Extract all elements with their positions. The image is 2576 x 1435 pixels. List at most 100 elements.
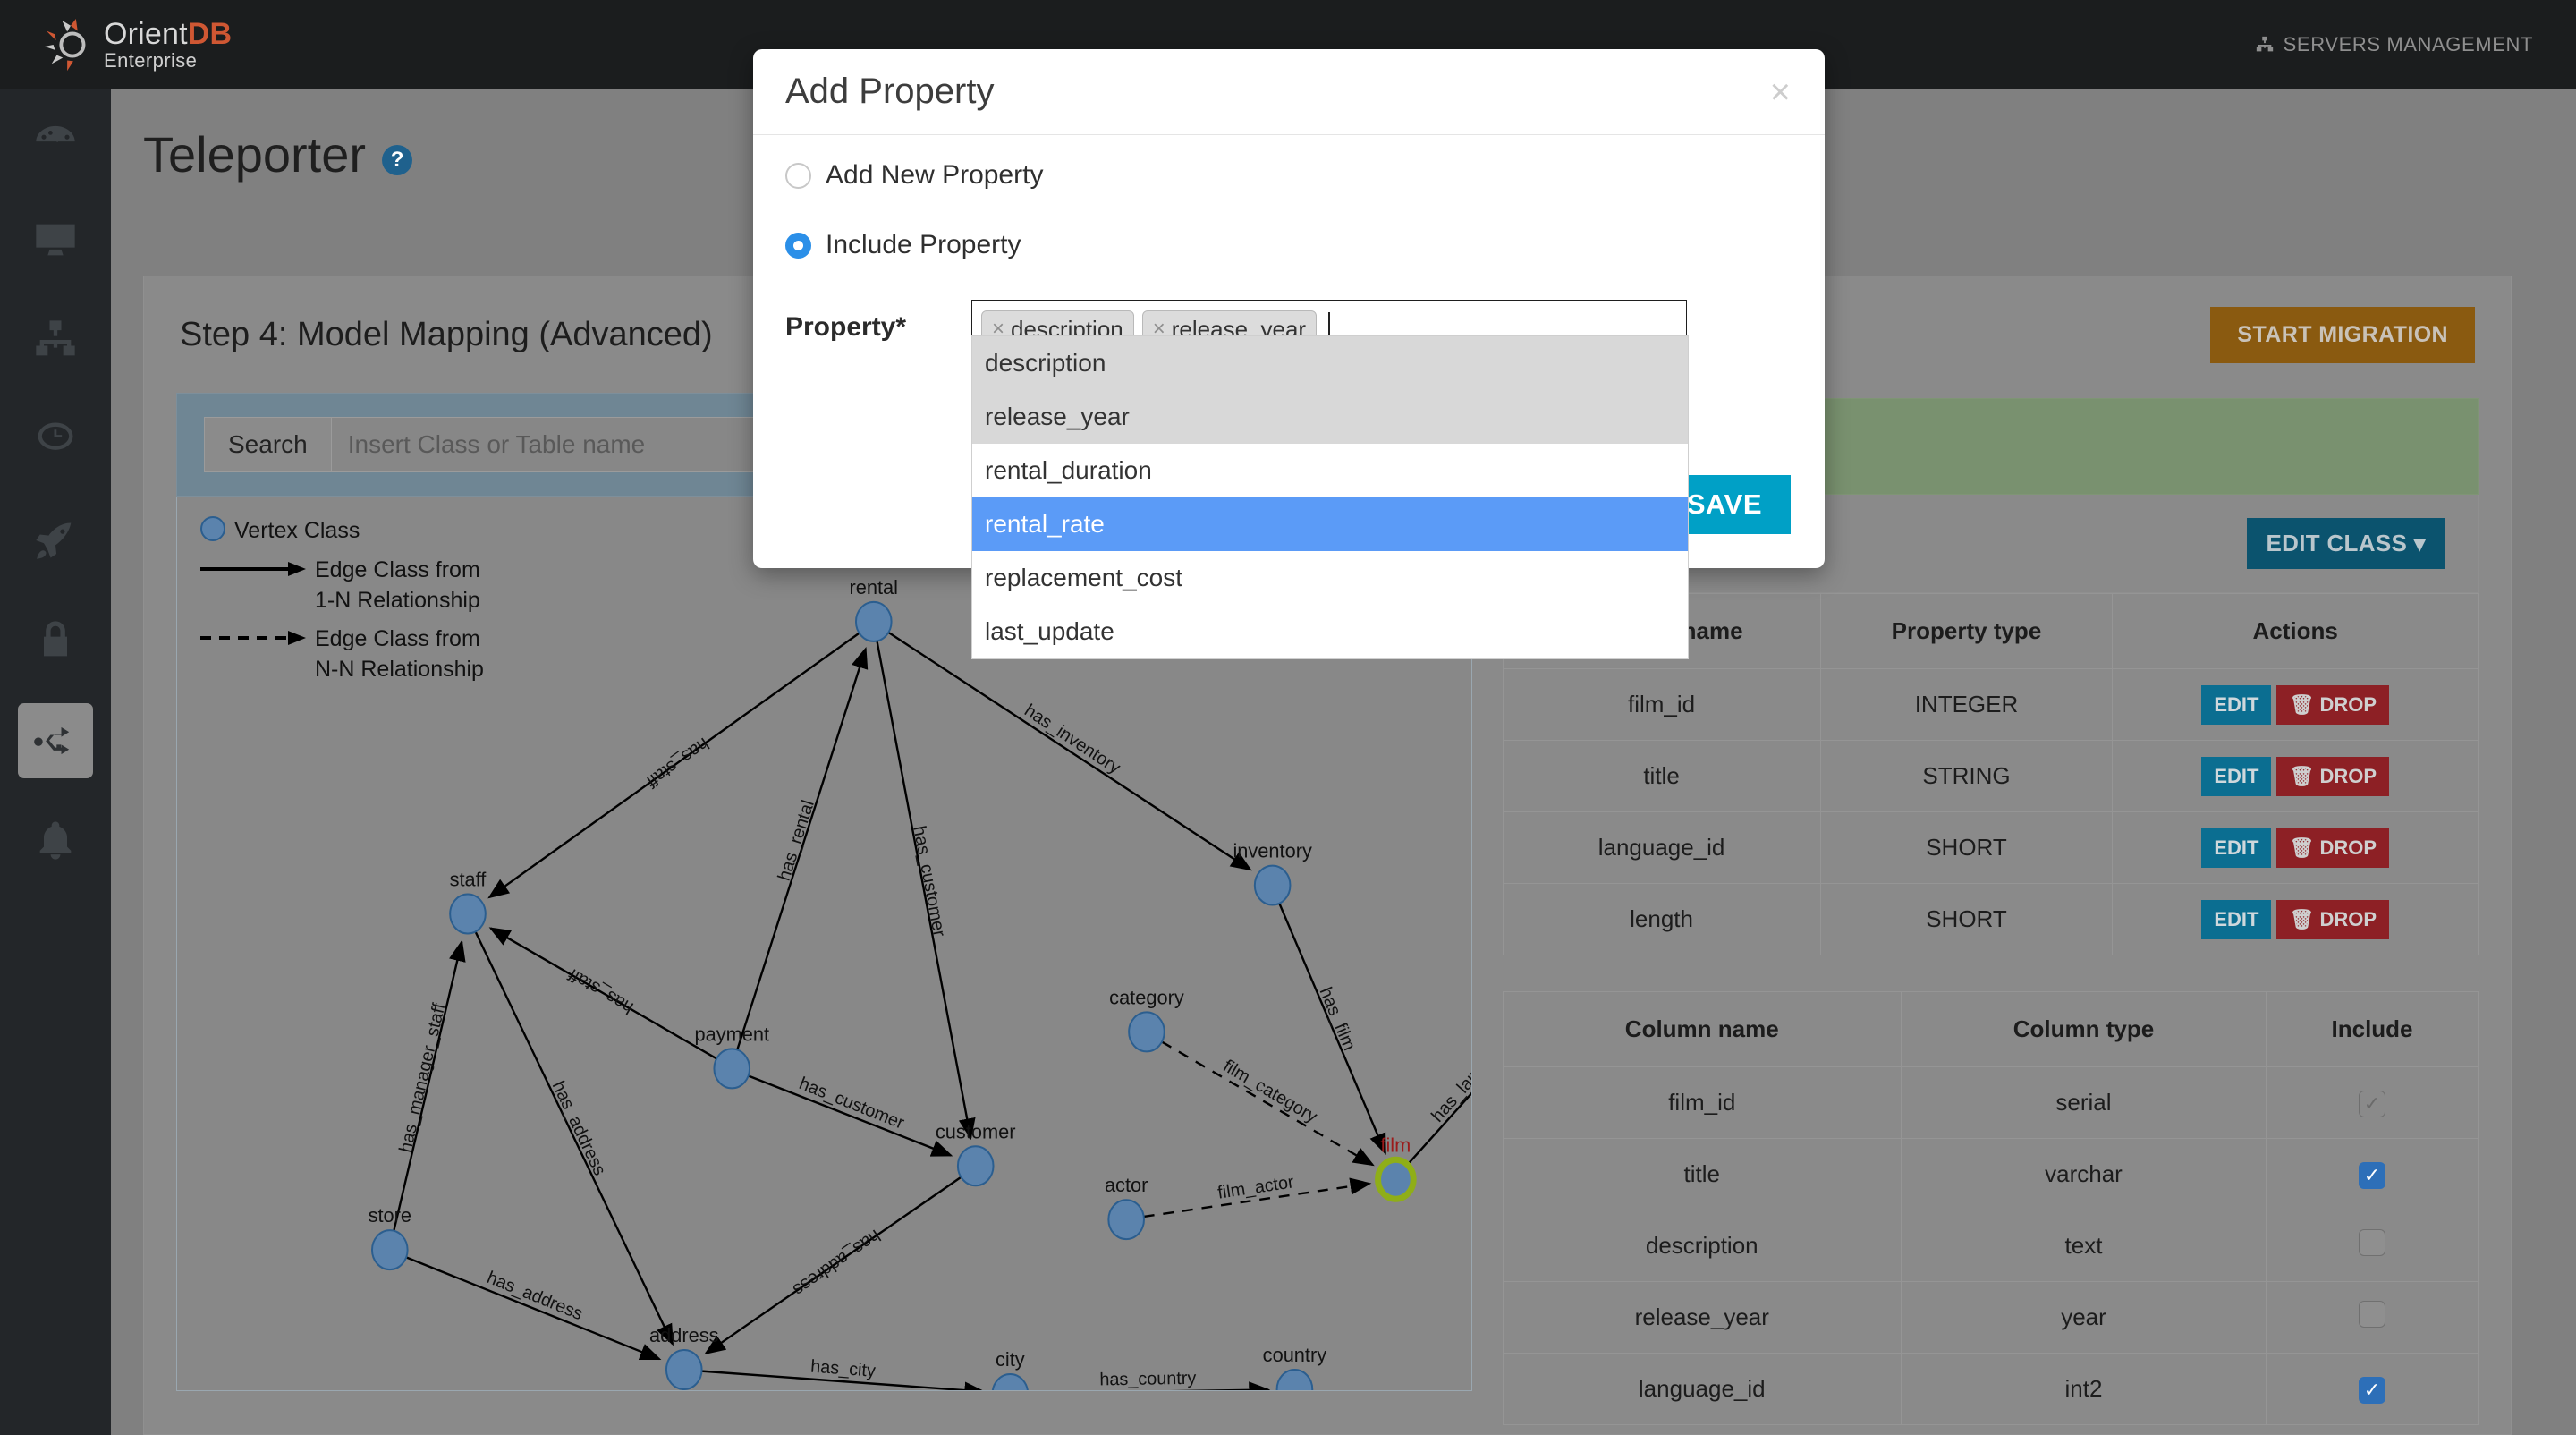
graph-node[interactable] (1255, 866, 1291, 905)
dropdown-option[interactable]: release_year (972, 390, 1688, 444)
edit-button[interactable]: EDIT (2201, 900, 2271, 939)
cell-actions: EDIT🗑 DROP (2113, 884, 2479, 955)
graph-node[interactable] (450, 895, 486, 934)
graph-node[interactable] (856, 602, 892, 641)
drop-button[interactable]: 🗑 DROP (2276, 828, 2389, 868)
graph-edge-label: has_customer (796, 1074, 907, 1134)
graph-edge-label: film_actor (1216, 1172, 1295, 1203)
edit-class-label: EDIT CLASS (2267, 530, 2408, 556)
start-migration-button[interactable]: START MIGRATION (2210, 307, 2475, 363)
graph-node[interactable] (666, 1350, 702, 1389)
graph-edge (888, 633, 1250, 870)
graph-node[interactable] (958, 1146, 994, 1185)
radio-include-label: Include Property (826, 230, 1021, 260)
cell-column-type: text (1901, 1210, 2266, 1282)
search-button[interactable]: Search (204, 417, 331, 472)
cell-include (2267, 1282, 2479, 1354)
dropdown-option[interactable]: description (972, 336, 1688, 390)
dropdown-option[interactable]: rental_duration (972, 444, 1688, 497)
include-checkbox[interactable]: ✓ (2359, 1377, 2385, 1404)
graph-node[interactable] (714, 1049, 750, 1088)
graph-node[interactable] (993, 1374, 1029, 1390)
sidebar-item-scheduler[interactable] (0, 390, 111, 490)
add-property-modal: Add Property × Add New Property Include … (753, 49, 1825, 568)
graph-node-label: address (649, 1324, 719, 1346)
table-row: language_idSHORTEDIT🗑 DROP (1503, 812, 2478, 884)
graph-node[interactable] (1129, 1012, 1165, 1051)
radio-include-property[interactable]: Include Property (785, 230, 1792, 260)
cell-column-type: varchar (1901, 1139, 2266, 1210)
sidebar-item-teleporter[interactable] (0, 691, 111, 791)
graph-node[interactable] (1277, 1370, 1313, 1390)
include-checkbox[interactable] (2359, 1301, 2385, 1328)
sidebar-item-security[interactable] (0, 590, 111, 691)
drop-button[interactable]: 🗑 DROP (2276, 900, 2389, 939)
cell-actions: EDIT🗑 DROP (2113, 741, 2479, 812)
app-logo[interactable]: OrientDB Enterprise (43, 17, 232, 72)
sitemap-icon (32, 317, 79, 363)
graph-node[interactable] (1378, 1159, 1414, 1199)
dropdown-option[interactable]: replacement_cost (972, 551, 1688, 605)
step-title: Step 4: Model Mapping (Advanced) (180, 316, 713, 354)
lock-icon (32, 617, 79, 664)
graph-edge-label: has_language (1428, 1029, 1470, 1125)
monitor-icon (32, 217, 79, 263)
edit-button[interactable]: EDIT (2201, 685, 2271, 725)
include-checkbox[interactable] (2359, 1229, 2385, 1256)
sidebar-item-cluster[interactable] (0, 290, 111, 390)
help-icon[interactable]: ? (382, 145, 412, 175)
table-row: lengthSHORTEDIT🗑 DROP (1503, 884, 2478, 955)
graph-node-label: payment (694, 1023, 769, 1045)
cell-property-name: film_id (1503, 669, 1820, 741)
drop-button[interactable]: 🗑 DROP (2276, 685, 2389, 725)
cell-include: ✓ (2267, 1354, 2479, 1425)
logo-db-text: DB (188, 17, 233, 51)
cell-column-name: release_year (1503, 1282, 1901, 1354)
table-row: titleSTRINGEDIT🗑 DROP (1503, 741, 2478, 812)
cell-column-name: film_id (1503, 1067, 1901, 1139)
servers-management-link[interactable]: SERVERS MANAGEMENT (2255, 33, 2533, 56)
sidebar-item-monitor[interactable] (0, 190, 111, 290)
radio-icon-unchecked[interactable] (785, 163, 811, 189)
property-options-dropdown[interactable]: descriptionrelease_yearrental_durationre… (971, 335, 1689, 659)
graph-edge (1162, 1042, 1373, 1166)
edit-class-button[interactable]: EDIT CLASS ▾ (2247, 518, 2445, 569)
dropdown-option[interactable]: last_update (972, 605, 1688, 658)
cell-actions: EDIT🗑 DROP (2113, 669, 2479, 741)
sidebar-item-dashboard[interactable] (0, 89, 111, 190)
graph-edge (1028, 1389, 1268, 1390)
cell-property-type: STRING (1820, 741, 2113, 812)
graph-edge (749, 1075, 951, 1155)
radio-icon-checked[interactable] (785, 233, 811, 259)
table-spacer (1503, 955, 2479, 991)
cell-property-name: length (1503, 884, 1820, 955)
sidebar-item-launch[interactable] (0, 490, 111, 590)
close-icon[interactable]: × (1770, 74, 1791, 110)
include-checkbox[interactable]: ✓ (2359, 1162, 2385, 1189)
cell-property-type: SHORT (1820, 812, 2113, 884)
cell-actions: EDIT🗑 DROP (2113, 812, 2479, 884)
graph-node[interactable] (372, 1230, 408, 1269)
sidebar-item-alerts[interactable] (0, 791, 111, 891)
edit-button[interactable]: EDIT (2201, 757, 2271, 796)
table-row: film_idserial ✓ (1503, 1067, 2478, 1139)
graph-edge-label: has_address (789, 1226, 884, 1300)
cell-column-type: serial (1901, 1067, 2266, 1139)
graph-edge-label: has_rental (775, 798, 818, 884)
logo-orient-text: Orient (104, 17, 188, 51)
radio-add-new-property[interactable]: Add New Property (785, 160, 1792, 191)
drop-button[interactable]: 🗑 DROP (2276, 757, 2389, 796)
graph-node-label: staff (450, 868, 487, 890)
include-checkbox[interactable]: ✓ (2359, 1091, 2385, 1117)
graph-node-label: film (1380, 1134, 1411, 1156)
edit-button[interactable]: EDIT (2201, 828, 2271, 868)
th-include: Include (2267, 992, 2479, 1067)
cell-column-name: description (1503, 1210, 1901, 1282)
cell-property-name: title (1503, 741, 1820, 812)
bell-icon (32, 818, 79, 864)
dropdown-option[interactable]: rental_rate (972, 497, 1688, 551)
graph-edge-label: has_address (484, 1268, 585, 1324)
graph-node[interactable] (1108, 1200, 1144, 1239)
logo-enterprise-text: Enterprise (104, 51, 232, 71)
table-row: release_yearyear (1503, 1282, 2478, 1354)
